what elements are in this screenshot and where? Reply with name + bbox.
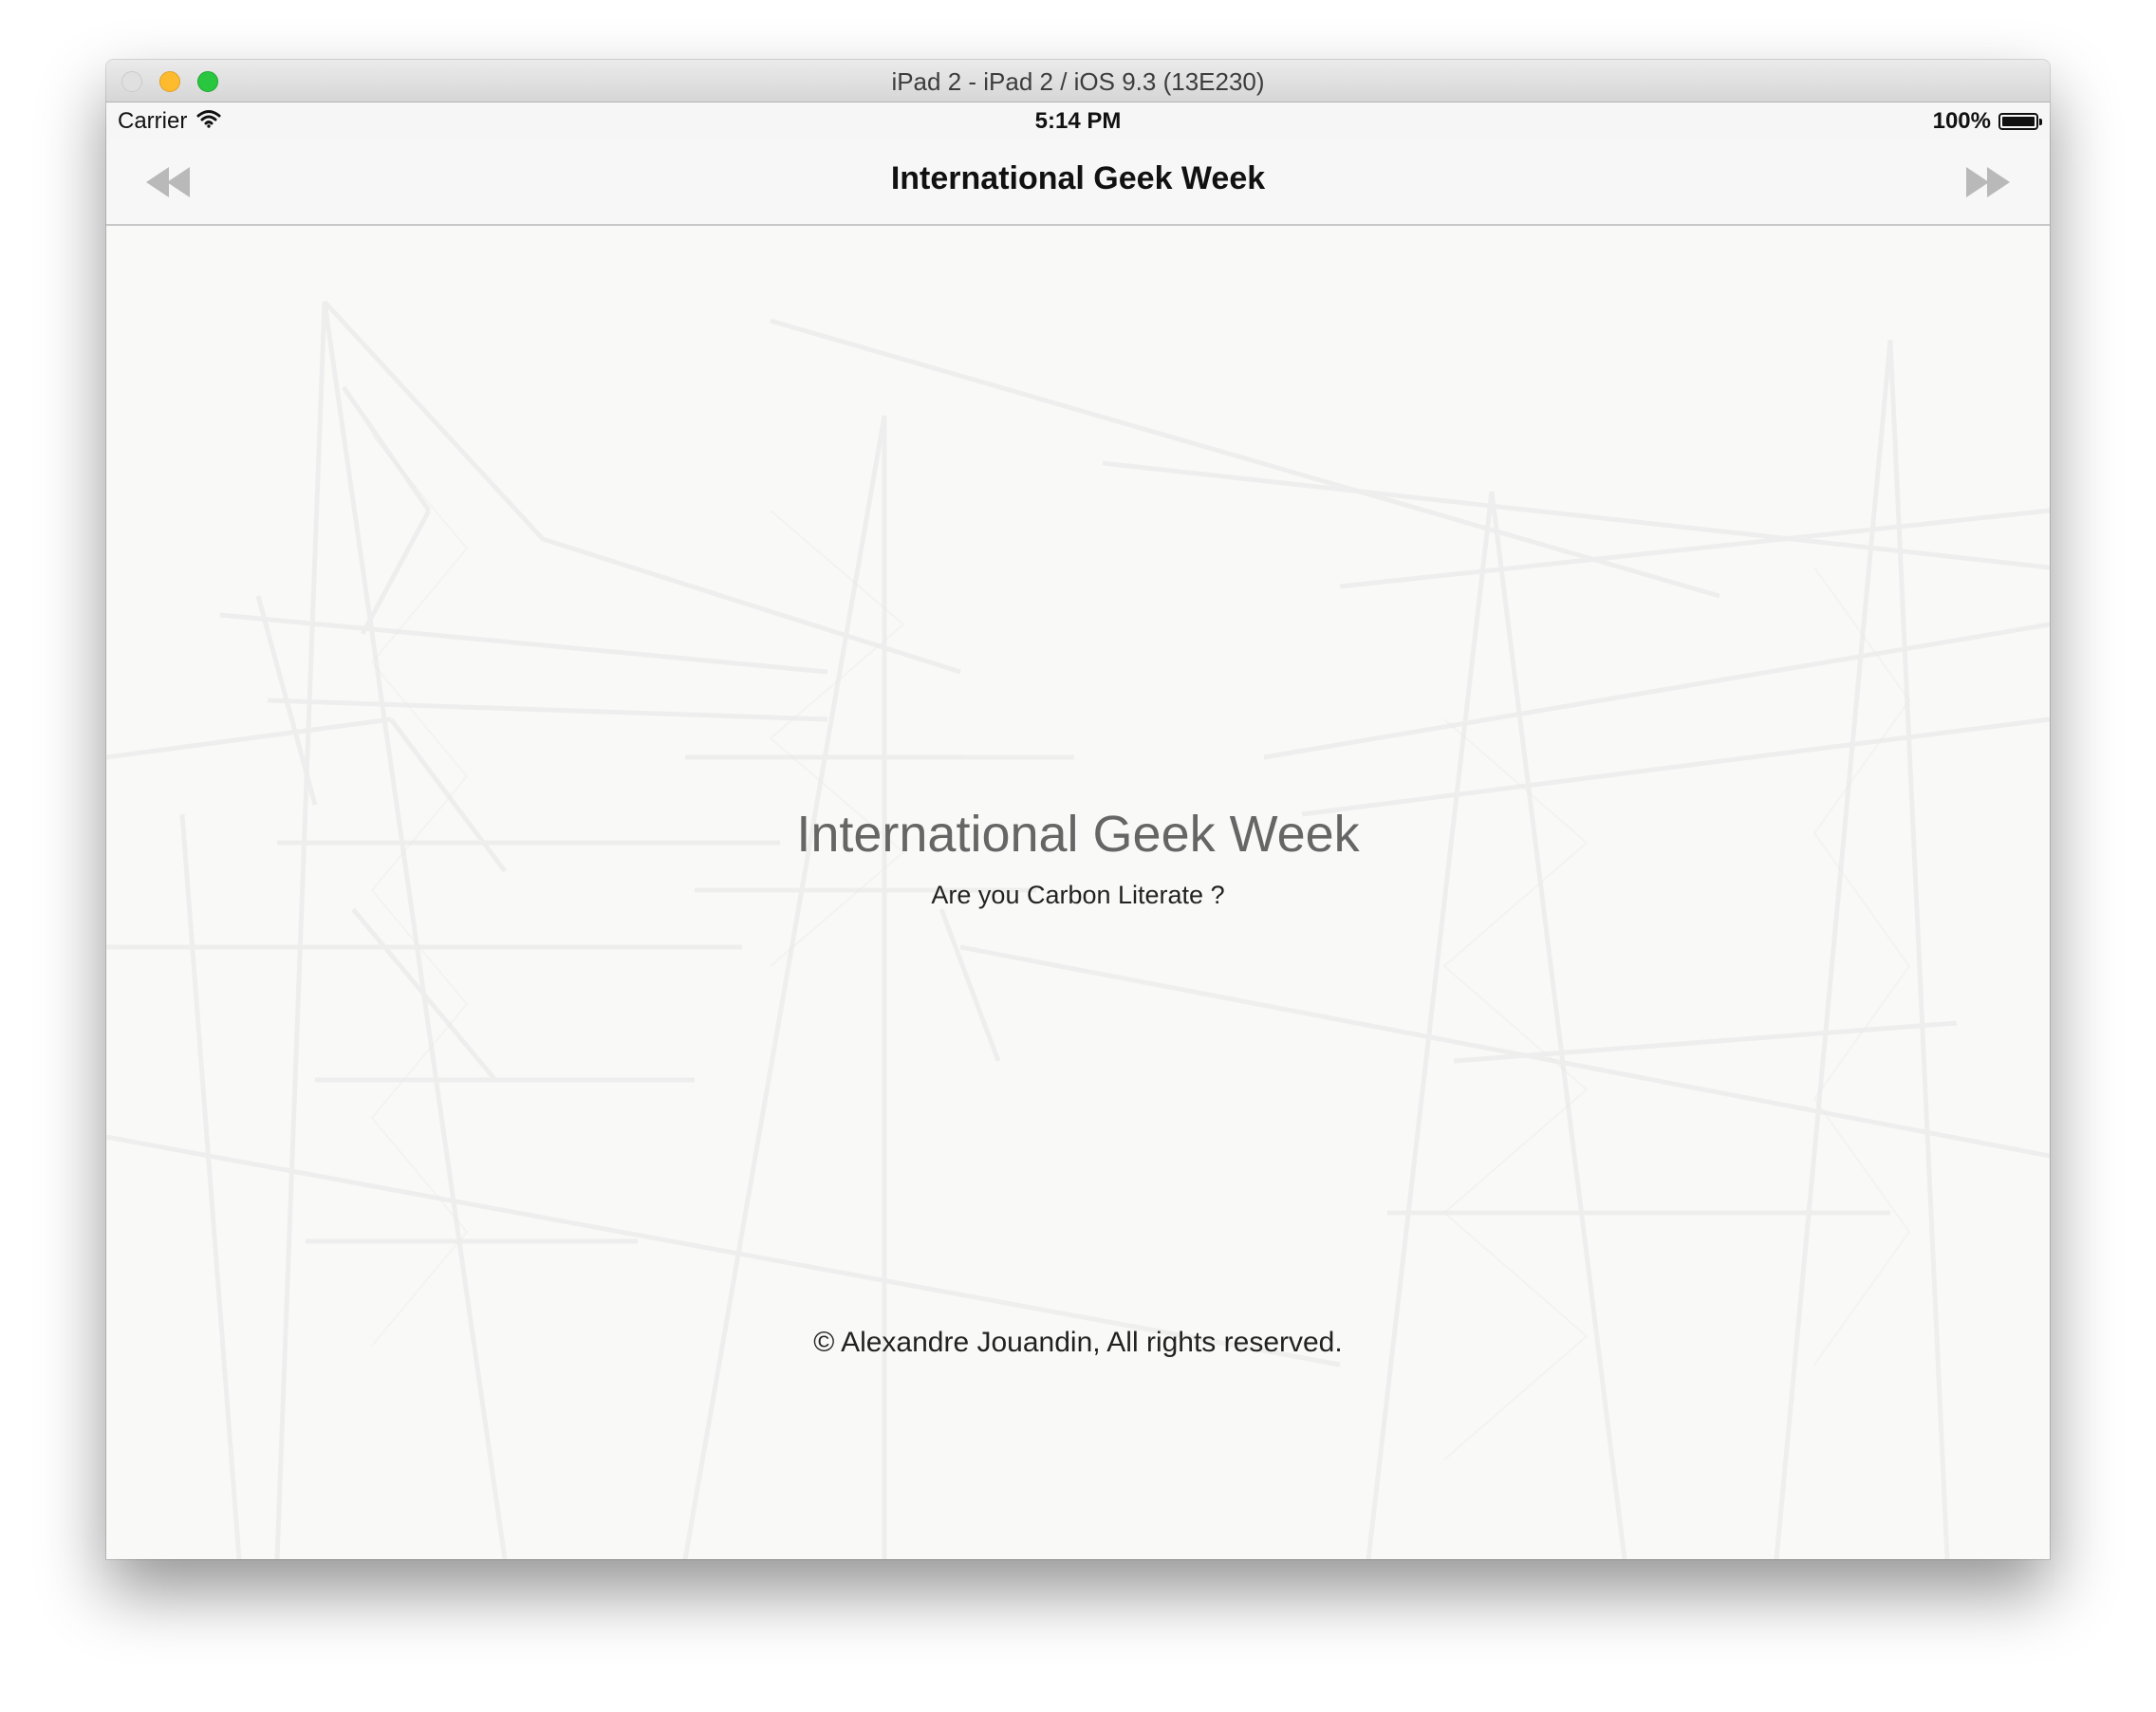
- fast-forward-icon: [1966, 167, 2010, 197]
- navigation-bar: International Geek Week: [106, 140, 2050, 226]
- battery-icon: [1998, 113, 2042, 130]
- battery-percent: 100%: [1932, 108, 1991, 134]
- simulator-window: iPad 2 - iPad 2 / iOS 9.3 (13E230) Carri…: [106, 60, 2050, 1559]
- hero-subtitle: Are you Carbon Literate ?: [931, 881, 1225, 909]
- status-time: 5:14 PM: [1034, 108, 1122, 134]
- status-bar: Carrier 5:14 PM 100%: [106, 102, 2050, 140]
- ipad-screen: Carrier 5:14 PM 100% International Geek …: [106, 102, 2050, 1559]
- window-title: iPad 2 - iPad 2 / iOS 9.3 (13E230): [891, 67, 1265, 96]
- hero-title: International Geek Week: [796, 806, 1360, 863]
- nav-title: International Geek Week: [890, 160, 1266, 196]
- window-titlebar[interactable]: iPad 2 - iPad 2 / iOS 9.3 (13E230): [106, 60, 2050, 102]
- fast-forward-button[interactable]: [1957, 161, 2014, 203]
- main-content: International Geek Week Are you Carbon L…: [106, 226, 2050, 1559]
- status-right: 100%: [1932, 108, 2042, 135]
- copyright-text: © Alexandre Jouandin, All rights reserve…: [813, 1327, 1343, 1358]
